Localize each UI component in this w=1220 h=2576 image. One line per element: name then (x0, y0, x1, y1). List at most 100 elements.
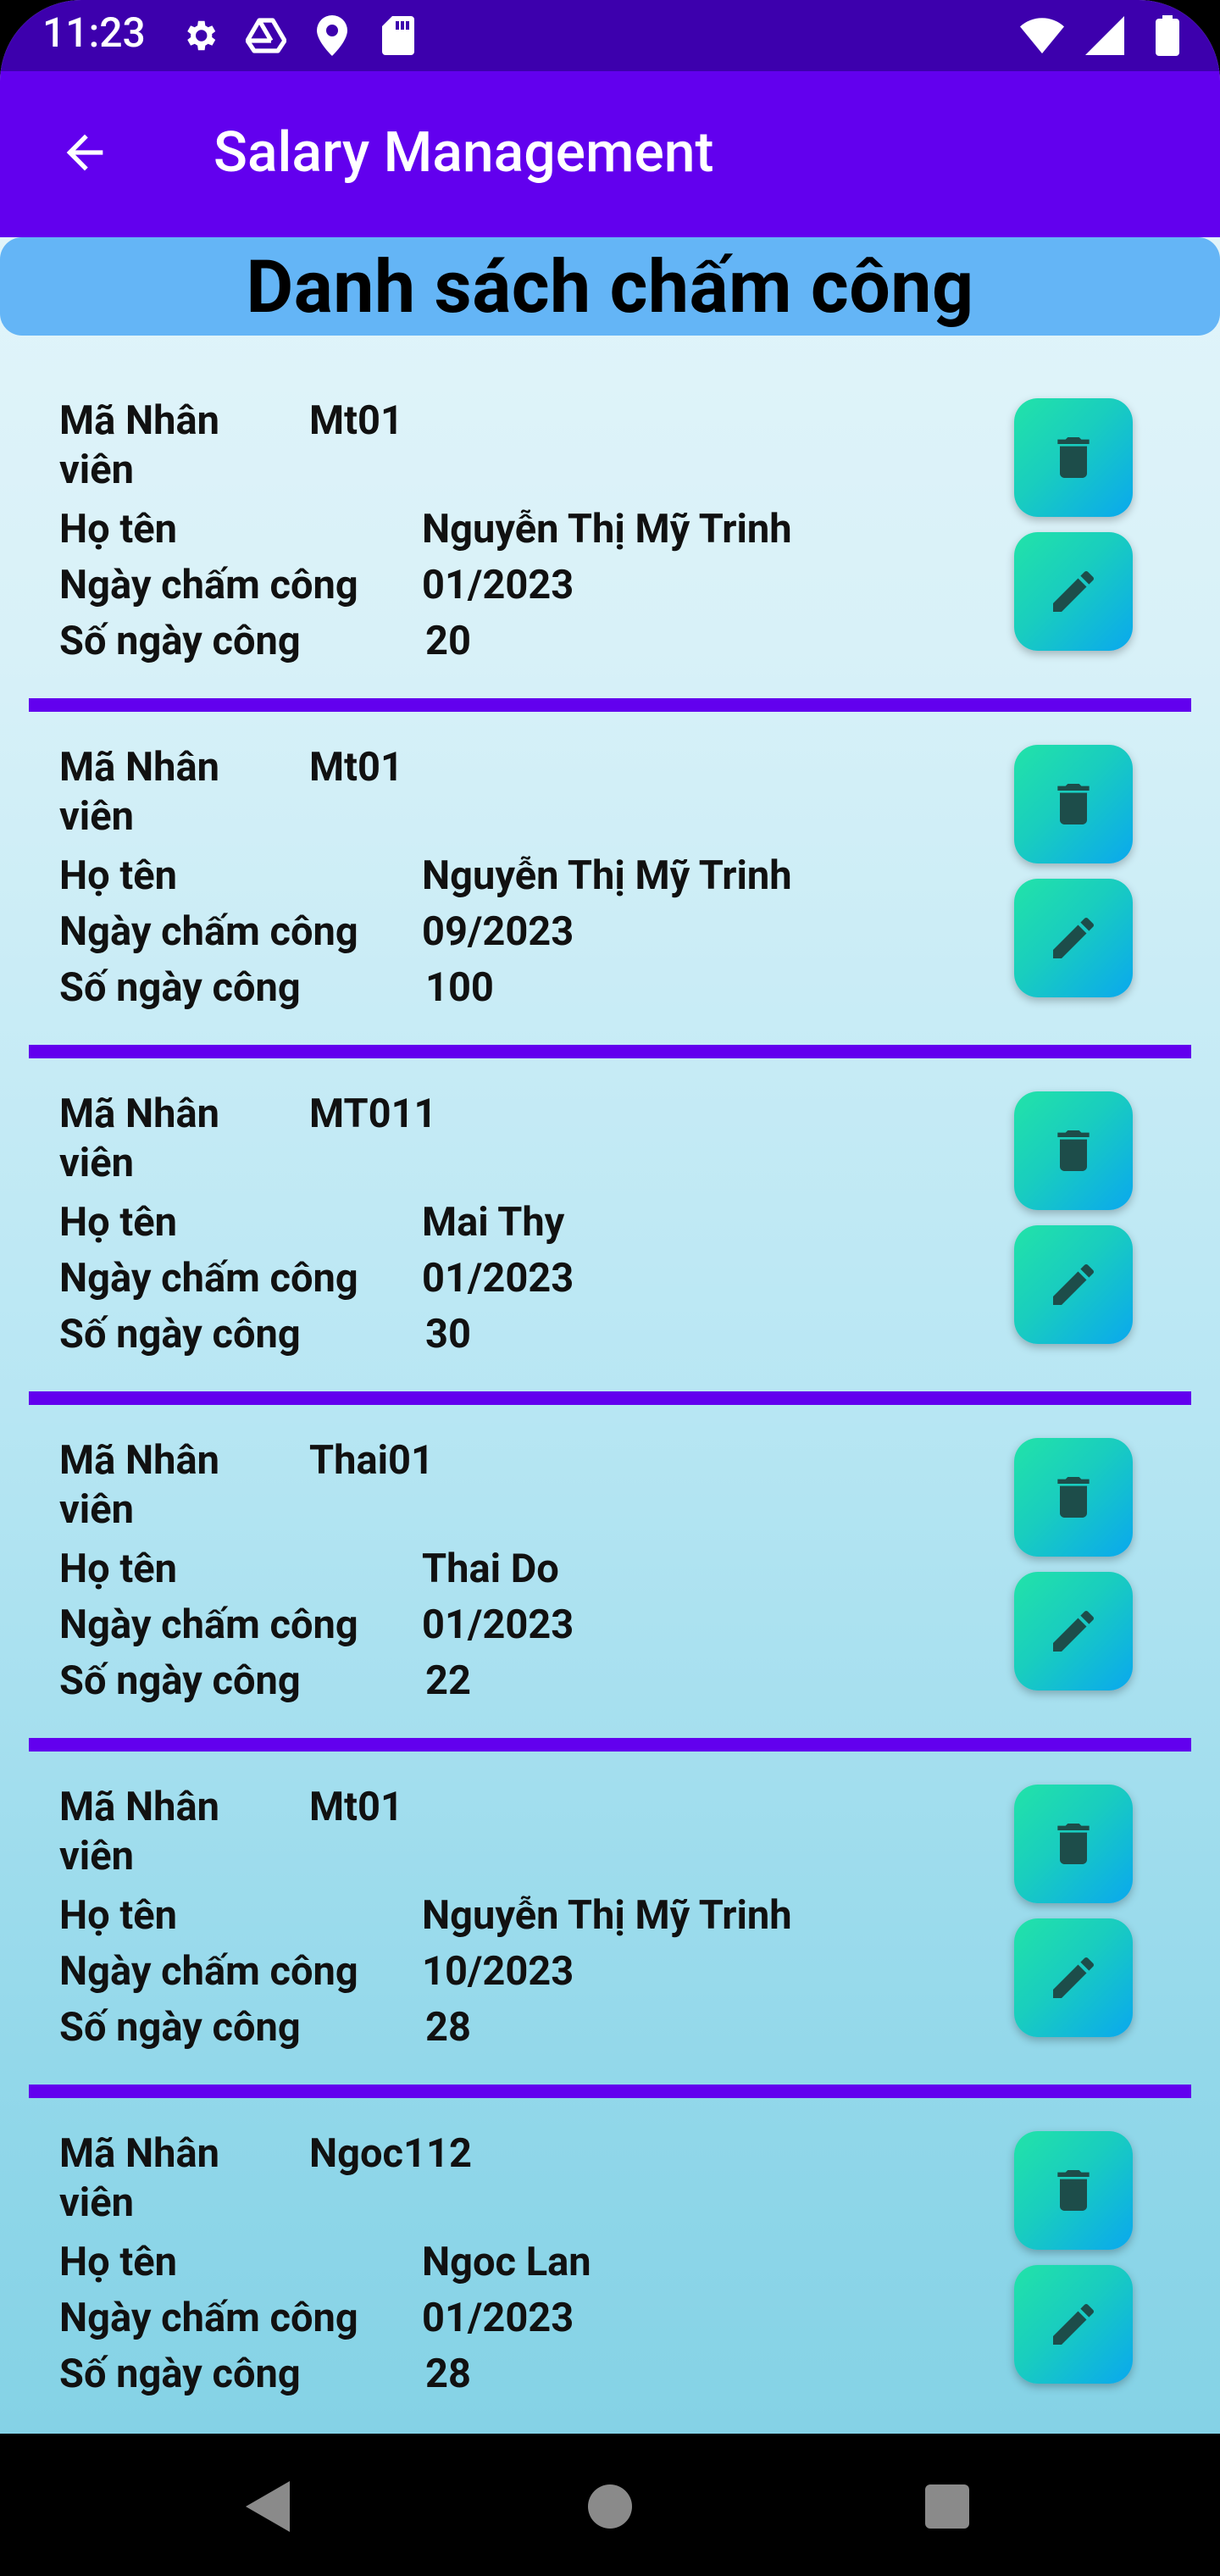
employee-id-value: Ngoc112 (309, 2130, 472, 2177)
page-title: Danh sách chấm công (246, 243, 974, 330)
date-value: 09/2023 (422, 908, 574, 955)
list-item[interactable]: Mã Nhân viên Ngoc112 Họ tên Ngoc Lan Ngà… (0, 2080, 1220, 2428)
full-name-value: Nguyễn Thị Mỹ Trinh (422, 1892, 792, 1939)
nav-back-button[interactable] (236, 2473, 303, 2540)
location-pin-icon (310, 14, 354, 58)
app-screen: 11:23 Salary Management Danh sách chấm c… (0, 0, 1220, 2576)
back-button[interactable] (51, 119, 119, 186)
pencil-icon (1053, 2303, 1095, 2345)
full-name-label: Họ tên (59, 852, 178, 899)
days-value: 22 (425, 1657, 471, 1704)
days-label: Số ngày công (59, 2351, 301, 2397)
list-item[interactable]: Mã Nhân viên Thai01 Họ tên Thai Do Ngày … (0, 1387, 1220, 1752)
list-item[interactable]: Mã Nhân viên Mt01 Họ tên Nguyễn Thị Mỹ T… (0, 1734, 1220, 2098)
list-header-banner: Danh sách chấm công (0, 237, 1220, 336)
days-label: Số ngày công (59, 1311, 301, 1357)
pencil-icon (1053, 917, 1095, 958)
status-time: 11:23 (42, 8, 146, 57)
employee-id-label: Mã Nhân viên (59, 1437, 219, 1533)
days-label: Số ngày công (59, 964, 301, 1011)
full-name-value: Mai Thy (422, 1199, 565, 1246)
edit-button[interactable] (1014, 2265, 1133, 2384)
edit-button[interactable] (1014, 1225, 1133, 1344)
delete-button[interactable] (1014, 398, 1133, 517)
full-name-value: Nguyễn Thị Mỹ Trinh (422, 852, 792, 899)
recents-square-icon (925, 2484, 969, 2529)
employee-id-label: Mã Nhân viên (59, 1091, 219, 1186)
days-label: Số ngày công (59, 1657, 301, 1704)
delete-button[interactable] (1014, 2131, 1133, 2250)
edit-button[interactable] (1014, 532, 1133, 651)
status-icons-right (1020, 14, 1190, 58)
nav-recents-button[interactable] (913, 2473, 981, 2540)
employee-id-label: Mã Nhân viên (59, 1784, 219, 1879)
trash-icon (1057, 437, 1090, 478)
date-label: Ngày chấm công (59, 2295, 358, 2341)
edit-button[interactable] (1014, 1918, 1133, 2037)
drive-icon (244, 14, 288, 58)
home-circle-icon (588, 2484, 632, 2529)
list-item[interactable]: Mã Nhân viên Mt01 Họ tên Nguyễn Thị Mỹ T… (0, 694, 1220, 1058)
navigation-bar (0, 2434, 1220, 2576)
full-name-label: Họ tên (59, 1546, 178, 1592)
pencil-icon (1053, 1610, 1095, 1652)
full-name-value: Ngoc Lan (422, 2239, 591, 2285)
days-value: 30 (425, 1311, 471, 1357)
delete-button[interactable] (1014, 745, 1133, 863)
edit-button[interactable] (1014, 879, 1133, 997)
employee-id-label: Mã Nhân viên (59, 397, 219, 493)
employee-id-value: MT011 (309, 1091, 437, 1137)
delete-button[interactable] (1014, 1091, 1133, 1210)
days-value: 28 (425, 2004, 471, 2051)
employee-id-value: Thai01 (309, 1437, 434, 1484)
signal-icon (1083, 14, 1127, 58)
employee-id-label: Mã Nhân viên (59, 744, 219, 840)
app-title: Salary Management (214, 120, 714, 186)
pencil-icon (1053, 1263, 1095, 1305)
full-name-value: Thai Do (422, 1546, 559, 1592)
trash-icon (1057, 1477, 1090, 1518)
date-label: Ngày chấm công (59, 1948, 358, 1995)
trash-icon (1057, 2170, 1090, 2211)
date-label: Ngày chấm công (59, 908, 358, 955)
edit-button[interactable] (1014, 1572, 1133, 1690)
employee-id-value: Mt01 (309, 1784, 403, 1830)
back-triangle-icon (246, 2481, 290, 2532)
full-name-label: Họ tên (59, 2239, 178, 2285)
app-bar: Salary Management (0, 71, 1220, 237)
employee-id-label: Mã Nhân viên (59, 2130, 219, 2226)
employee-id-value: Mt01 (309, 397, 403, 444)
nav-home-button[interactable] (576, 2473, 644, 2540)
days-value: 28 (425, 2351, 471, 2397)
days-value: 100 (425, 964, 494, 1011)
full-name-value: Nguyễn Thị Mỹ Trinh (422, 506, 792, 552)
full-name-label: Họ tên (59, 1199, 178, 1246)
status-icons-left (178, 14, 420, 58)
date-value: 01/2023 (422, 1602, 574, 1648)
trash-icon (1057, 784, 1090, 824)
delete-button[interactable] (1014, 1785, 1133, 1903)
days-value: 20 (425, 618, 471, 664)
list-item[interactable]: Mã Nhân viên Mt01 Họ tên Nguyễn Thị Mỹ T… (0, 347, 1220, 712)
date-label: Ngày chấm công (59, 1255, 358, 1302)
full-name-label: Họ tên (59, 1892, 178, 1939)
trash-icon (1057, 1130, 1090, 1171)
sd-card-icon (376, 14, 420, 58)
full-name-label: Họ tên (59, 506, 178, 552)
days-label: Số ngày công (59, 2004, 301, 2051)
wifi-icon (1020, 14, 1064, 58)
trash-icon (1057, 1824, 1090, 1864)
date-value: 01/2023 (422, 1255, 574, 1302)
delete-button[interactable] (1014, 1438, 1133, 1557)
gear-icon (178, 14, 222, 58)
employee-id-value: Mt01 (309, 744, 403, 791)
pencil-icon (1053, 1957, 1095, 1998)
battery-icon (1145, 14, 1190, 58)
arrow-back-icon (66, 134, 103, 171)
pencil-icon (1053, 570, 1095, 612)
date-value: 01/2023 (422, 2295, 574, 2341)
status-bar: 11:23 (0, 0, 1220, 71)
date-value: 01/2023 (422, 562, 574, 608)
date-value: 10/2023 (422, 1948, 574, 1995)
list-item[interactable]: Mã Nhân viên MT011 Họ tên Mai Thy Ngày c… (0, 1041, 1220, 1405)
